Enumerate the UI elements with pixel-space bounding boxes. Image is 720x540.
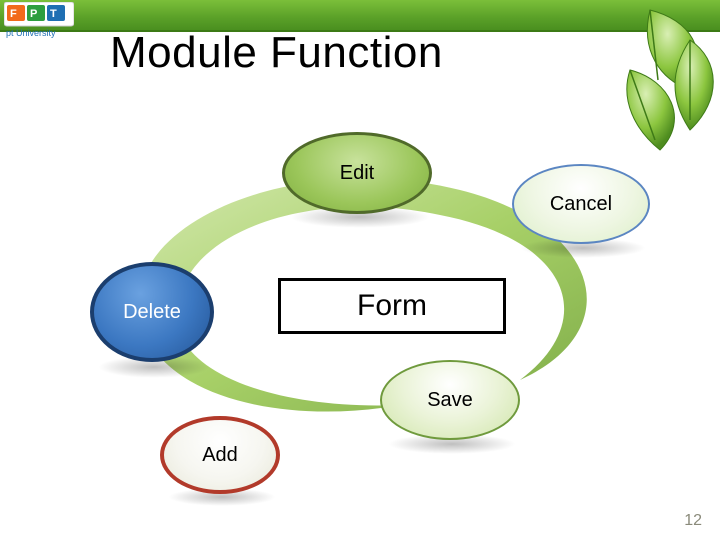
diagram-stage: Form Edit Cancel Delete Save Add	[60, 120, 660, 480]
edit-node: Edit	[282, 132, 432, 214]
form-label: Form	[357, 289, 427, 323]
fpt-university-logo: F P T pt University	[4, 2, 74, 42]
edit-label: Edit	[340, 162, 374, 185]
cancel-label: Cancel	[550, 193, 612, 216]
cancel-node: Cancel	[512, 164, 650, 244]
form-box: Form	[278, 278, 506, 334]
add-node: Add	[160, 416, 280, 494]
page-title: Module Function	[110, 28, 610, 78]
save-label: Save	[427, 389, 473, 412]
svg-text:T: T	[50, 8, 57, 20]
delete-label: Delete	[123, 301, 181, 324]
logo-subtext: pt University	[6, 28, 56, 38]
add-label: Add	[202, 444, 238, 467]
delete-node: Delete	[90, 262, 214, 362]
page-number: 12	[684, 512, 702, 530]
save-node: Save	[380, 360, 520, 440]
svg-text:P: P	[30, 8, 37, 20]
svg-text:F: F	[10, 8, 17, 20]
